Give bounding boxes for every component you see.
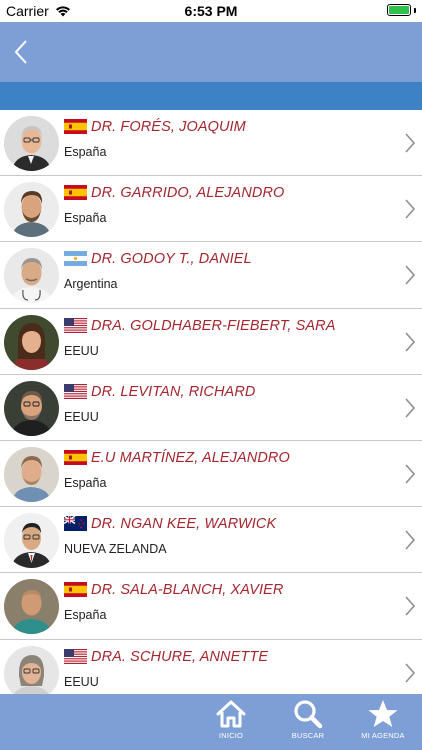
star-icon — [368, 700, 398, 727]
avatar — [4, 314, 59, 370]
chevron-right-icon — [405, 332, 416, 352]
doctor-name: DR. GODOY T., DANIEL — [91, 251, 252, 268]
list-item-doctor[interactable]: DR. LEVITAN, RICHARD EEUU — [0, 374, 422, 441]
doctor-country: España — [64, 211, 107, 226]
doctor-name: E.U MARTÍNEZ, ALEJANDRO — [91, 449, 290, 466]
avatar — [4, 446, 59, 502]
battery-tip — [414, 7, 416, 13]
doctor-country: Argentina — [64, 277, 118, 292]
status-bar: Carrier 6:53 PM — [0, 0, 422, 22]
chevron-left-icon — [14, 40, 27, 64]
search-icon — [294, 700, 323, 729]
tab-mi-agenda[interactable]: MI AGENDA — [348, 699, 418, 747]
doctor-name: DR. NGAN KEE, WARWICK — [91, 516, 277, 533]
new-zealand-flag-icon — [64, 516, 87, 532]
avatar — [4, 513, 59, 569]
doctor-name: DR. LEVITAN, RICHARD — [91, 383, 256, 400]
tab-inicio[interactable]: INICIO — [196, 699, 266, 747]
argentina-flag-icon — [64, 251, 87, 267]
avatar — [4, 645, 59, 694]
avatar — [4, 248, 59, 304]
spain-flag-icon — [64, 185, 87, 201]
status-right — [387, 4, 416, 16]
doctor-name: DRA. SCHURE, ANNETTE — [91, 648, 269, 665]
app-screen: Carrier 6:53 PM DR. FORÉS, JOAQUIM Españ… — [0, 0, 422, 750]
battery-icon — [387, 4, 411, 16]
chevron-right-icon — [405, 530, 416, 550]
spain-flag-icon — [64, 119, 87, 134]
usa-flag-icon — [64, 648, 87, 664]
list-item-doctor[interactable]: DRA. SCHURE, ANNETTE EEUU — [0, 639, 422, 694]
doctor-country: EEUU — [64, 409, 99, 424]
chevron-right-icon — [405, 596, 416, 616]
doctor-country: EEUU — [64, 343, 99, 358]
list-item-doctor[interactable]: DR. GARRIDO, ALEJANDRO España — [0, 176, 422, 243]
doctor-country: NUEVA ZELANDA — [64, 542, 167, 557]
back-button[interactable] — [4, 30, 38, 74]
list-item-doctor[interactable]: DR. NGAN KEE, WARWICK NUEVA ZELANDA — [0, 507, 422, 574]
list-item-doctor[interactable]: DRA. GOLDHABER-FIEBERT, SARA EEUU — [0, 308, 422, 375]
avatar — [4, 579, 59, 635]
section-bar — [0, 82, 422, 110]
doctor-country: España — [64, 475, 107, 490]
doctor-name: DR. GARRIDO, ALEJANDRO — [91, 185, 285, 202]
tab-mi-agenda-label: MI AGENDA — [361, 731, 405, 740]
list-item-doctor[interactable]: E.U MARTÍNEZ, ALEJANDRO España — [0, 440, 422, 508]
chevron-right-icon — [405, 662, 416, 683]
tab-bar: INICIO BUSCAR MI AGENDA — [0, 694, 422, 750]
chevron-right-icon — [405, 133, 416, 153]
doctor-list: DR. FORÉS, JOAQUIM España DR. GARRIDO, A… — [0, 110, 422, 694]
chevron-right-icon — [405, 464, 416, 484]
avatar — [4, 380, 59, 436]
chevron-right-icon — [405, 265, 416, 285]
usa-flag-icon — [64, 383, 87, 399]
tab-buscar-label: BUSCAR — [291, 731, 325, 740]
list-item-doctor[interactable]: DR. SALA-BLANCH, XAVIER España — [0, 573, 422, 640]
doctor-name: DR. SALA-BLANCH, XAVIER — [91, 582, 284, 599]
tab-inicio-label: INICIO — [218, 731, 244, 740]
spain-flag-icon — [64, 449, 87, 465]
chevron-right-icon — [405, 199, 416, 219]
list-item-doctor[interactable]: DR. FORÉS, JOAQUIM España — [0, 110, 422, 177]
list-item-doctor[interactable]: DR. GODOY T., DANIEL Argentina — [0, 242, 422, 309]
home-icon — [216, 700, 246, 728]
doctor-country: España — [64, 145, 107, 159]
doctor-name: DRA. GOLDHABER-FIEBERT, SARA — [91, 317, 336, 334]
avatar — [4, 116, 59, 171]
nav-bar — [0, 22, 422, 82]
doctor-name: DR. FORÉS, JOAQUIM — [91, 119, 246, 135]
doctor-country: España — [64, 608, 107, 623]
avatar — [4, 182, 59, 238]
status-time: 6:53 PM — [184, 3, 238, 19]
spain-flag-icon — [64, 582, 87, 598]
chevron-right-icon — [405, 398, 416, 418]
usa-flag-icon — [64, 317, 87, 333]
tab-buscar[interactable]: BUSCAR — [273, 699, 343, 747]
doctor-country: EEUU — [64, 674, 99, 689]
